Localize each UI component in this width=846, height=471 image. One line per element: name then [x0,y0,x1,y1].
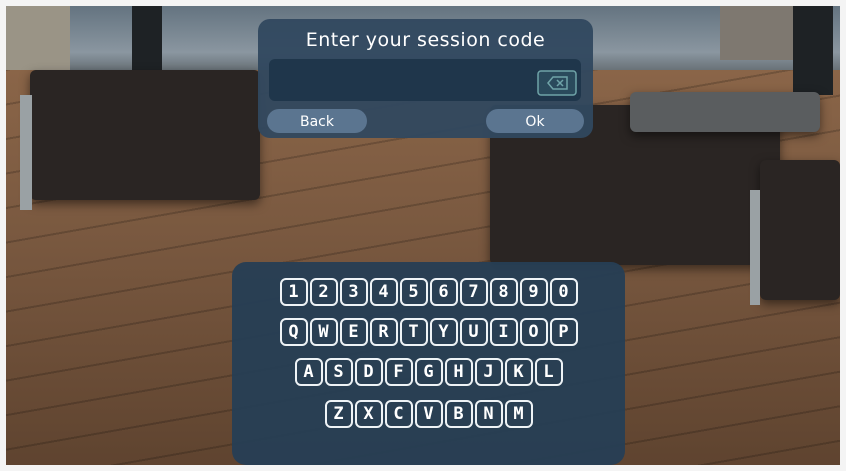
key-3[interactable]: 3 [339,278,368,306]
key-k[interactable]: K [504,358,533,386]
keyboard-row-qwerty: Q W E R T Y U I O P [232,318,625,346]
key-s[interactable]: S [324,358,353,386]
key-m[interactable]: M [504,400,533,428]
key-6[interactable]: 6 [429,278,458,306]
ok-button[interactable]: Ok [486,109,584,133]
pillar [132,0,162,75]
key-h[interactable]: H [444,358,473,386]
key-9[interactable]: 9 [519,278,548,306]
key-e[interactable]: E [339,318,368,346]
key-j[interactable]: J [474,358,503,386]
backspace-icon[interactable] [537,70,577,96]
key-w[interactable]: W [309,318,338,346]
key-l[interactable]: L [534,358,563,386]
keyboard-row-zxcv: Z X C V B N M [232,400,625,428]
key-1[interactable]: 1 [279,278,308,306]
key-y[interactable]: Y [429,318,458,346]
sofa-left [30,70,260,200]
sofa-rail [750,190,760,305]
key-2[interactable]: 2 [309,278,338,306]
key-n[interactable]: N [474,400,503,428]
back-button[interactable]: Back [267,109,367,133]
key-c[interactable]: C [384,400,413,428]
key-g[interactable]: G [414,358,443,386]
key-5[interactable]: 5 [399,278,428,306]
sofa-arm [760,160,840,300]
key-i[interactable]: I [489,318,518,346]
virtual-keyboard: 1 2 3 4 5 6 7 8 9 0 Q W E R T Y U I O P … [232,262,625,465]
key-z[interactable]: Z [324,400,353,428]
pillar [793,0,833,95]
dialog-title: Enter your session code [305,29,546,51]
key-v[interactable]: V [414,400,443,428]
key-0[interactable]: 0 [549,278,578,306]
key-t[interactable]: T [399,318,428,346]
key-d[interactable]: D [354,358,383,386]
key-u[interactable]: U [459,318,488,346]
session-code-input[interactable] [269,59,581,101]
key-p[interactable]: P [549,318,578,346]
key-f[interactable]: F [384,358,413,386]
key-r[interactable]: R [369,318,398,346]
session-code-dialog: Enter your session code Back Ok [258,19,593,138]
key-o[interactable]: O [519,318,548,346]
keyboard-row-asdf: A S D F G H J K L [232,358,625,386]
key-a[interactable]: A [294,358,323,386]
sofa-rail [20,95,32,210]
key-x[interactable]: X [354,400,383,428]
key-q[interactable]: Q [279,318,308,346]
keyboard-row-numbers: 1 2 3 4 5 6 7 8 9 0 [232,278,625,306]
side-table [630,92,820,132]
key-4[interactable]: 4 [369,278,398,306]
key-b[interactable]: B [444,400,473,428]
key-8[interactable]: 8 [489,278,518,306]
key-7[interactable]: 7 [459,278,488,306]
